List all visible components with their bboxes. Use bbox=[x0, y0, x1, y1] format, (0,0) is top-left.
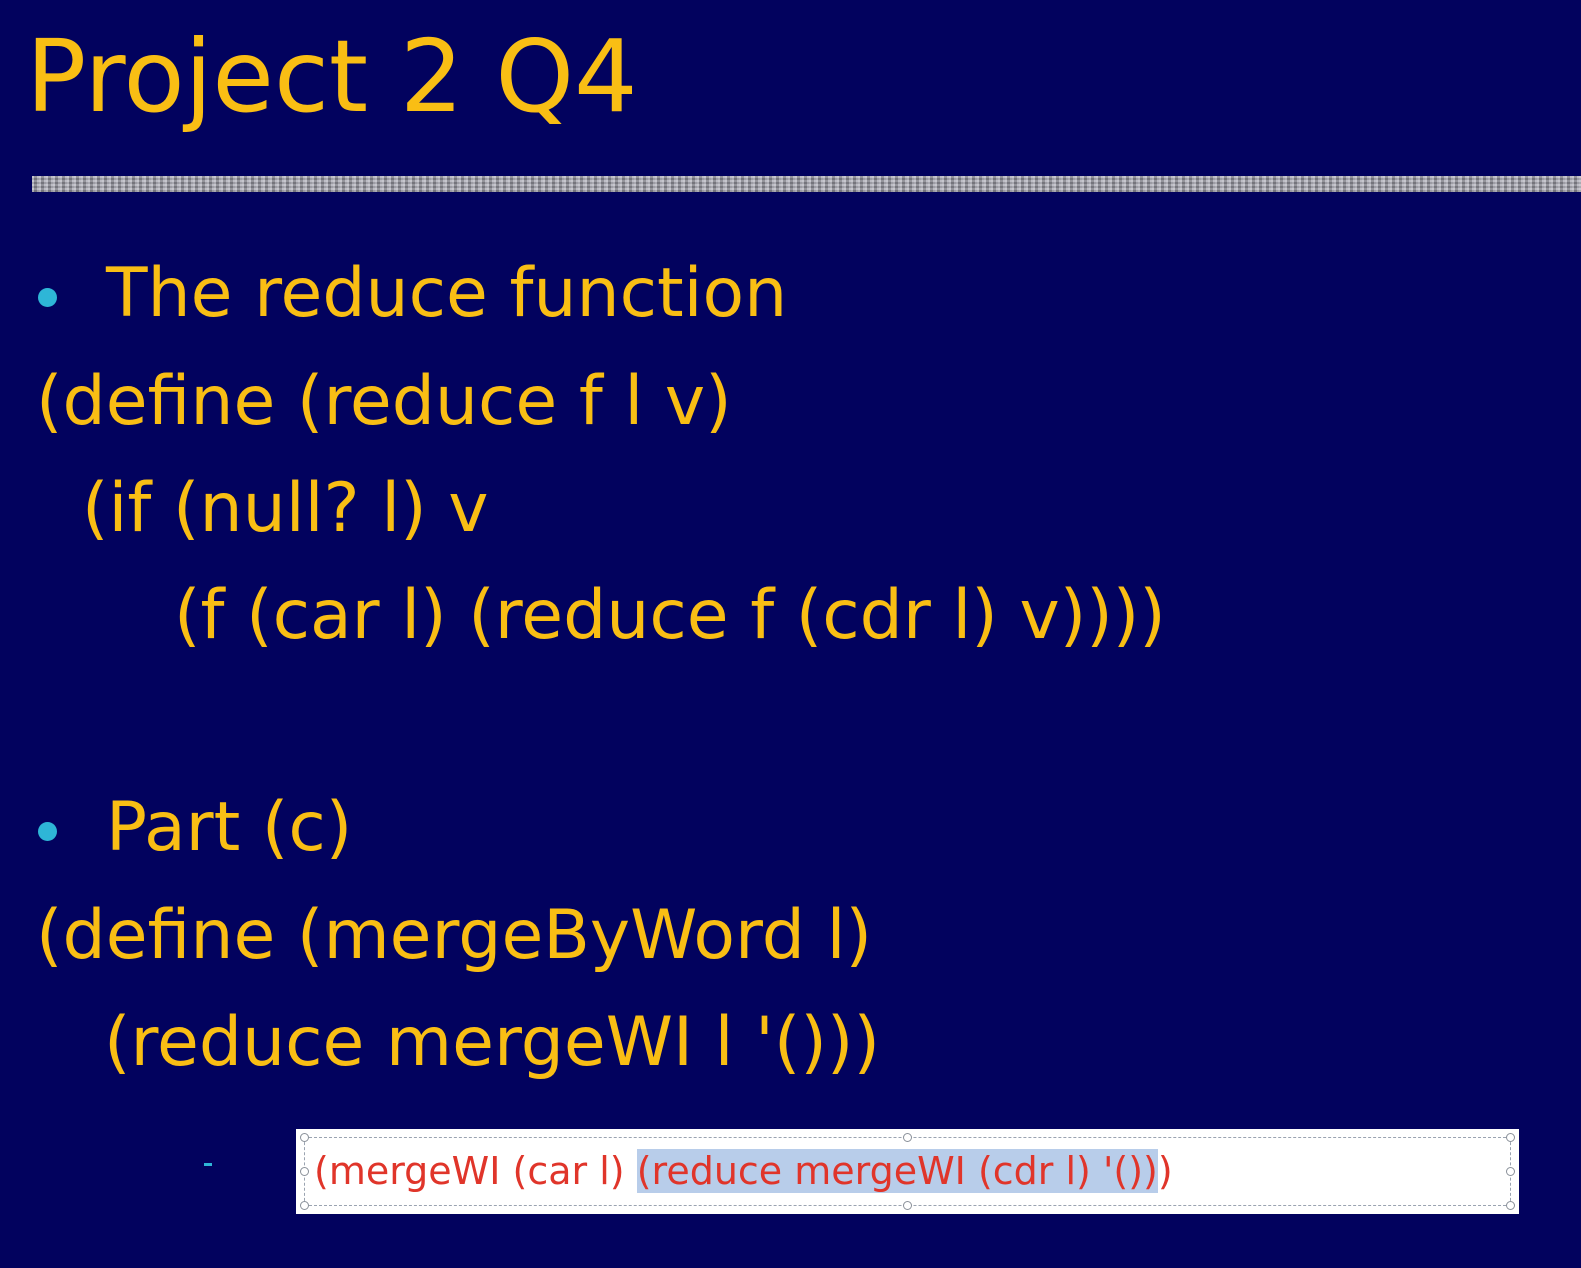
code-line: (define (reduce f l v) bbox=[36, 362, 732, 441]
resize-handle-bottom[interactable] bbox=[903, 1201, 912, 1210]
code-line: (f (car l) (reduce f (cdr l) v)))) bbox=[174, 576, 1166, 655]
resize-handle-left[interactable] bbox=[300, 1167, 309, 1176]
resize-handle-top-left[interactable] bbox=[300, 1133, 309, 1142]
bullet-icon bbox=[38, 288, 57, 307]
bullet-2-text: Part (c) bbox=[106, 788, 353, 867]
resize-handle-top[interactable] bbox=[903, 1133, 912, 1142]
textbox-code[interactable]: (mergeWI (car l) (reduce mergeWI (cdr l)… bbox=[314, 1146, 1173, 1196]
slide: Project 2 Q4 The reduce function (define… bbox=[0, 0, 1581, 1268]
resize-handle-bottom-left[interactable] bbox=[300, 1201, 309, 1210]
editable-textbox[interactable]: (mergeWI (car l) (reduce mergeWI (cdr l)… bbox=[296, 1129, 1519, 1214]
resize-handle-right[interactable] bbox=[1506, 1167, 1515, 1176]
selected-text[interactable]: (reduce mergeWI (cdr l) '()) bbox=[636, 1149, 1158, 1193]
resize-handle-top-right[interactable] bbox=[1506, 1133, 1515, 1142]
code-line: (define (mergeByWord l) bbox=[36, 896, 872, 975]
stray-mark bbox=[204, 1163, 212, 1166]
title-divider bbox=[32, 176, 1581, 192]
code-line: (if (null? l) v bbox=[82, 469, 489, 548]
bullet-1-text: The reduce function bbox=[106, 254, 788, 333]
slide-title: Project 2 Q4 bbox=[26, 18, 638, 135]
resize-handle-bottom-right[interactable] bbox=[1506, 1201, 1515, 1210]
code-line: (reduce mergeWI l '())) bbox=[104, 1003, 880, 1082]
bullet-icon bbox=[38, 822, 57, 841]
code-text-after-selection: ) bbox=[1157, 1149, 1173, 1193]
code-text-before-selection: (mergeWI (car l) bbox=[314, 1149, 637, 1193]
